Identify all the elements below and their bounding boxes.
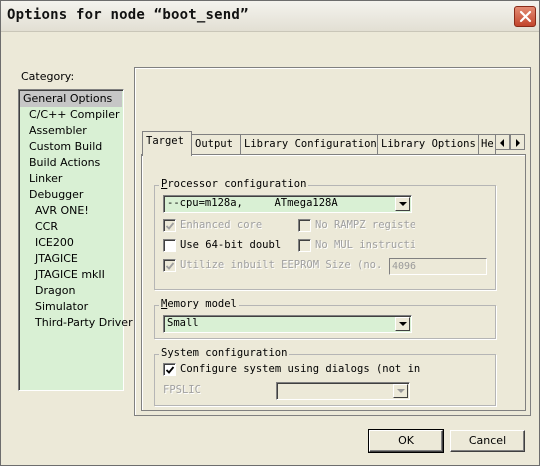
tab-scroll-left-button[interactable] [495, 134, 510, 150]
utilize-eeprom-checkbox[interactable] [163, 259, 176, 272]
category-item[interactable]: ICE200 [20, 235, 122, 251]
processor-configuration-label: Processor configuration [159, 178, 309, 190]
no-mul-checkbox[interactable] [298, 239, 311, 252]
system-configuration-label: System configuration [159, 347, 290, 359]
no-rampz-checkbox[interactable] [298, 219, 311, 232]
memory-model-select[interactable]: Small [163, 315, 412, 333]
cancel-button[interactable]: Cancel [450, 430, 525, 452]
chevron-down-icon [399, 202, 407, 206]
category-item[interactable]: JTAGICE [20, 251, 122, 267]
category-item[interactable]: Dragon [20, 283, 122, 299]
configure-dialogs-label: Configure system using dialogs (not in . [180, 363, 420, 375]
memory-model-value: Small [167, 317, 199, 329]
no-rampz-label: No RAMPZ registe [315, 219, 415, 231]
title-bar: Options for node “boot_send” [1, 1, 539, 32]
fpslic-select[interactable] [276, 382, 410, 400]
tab-library-options[interactable]: Library Options [377, 134, 479, 155]
no-mul-label: No MUL instructi [315, 239, 415, 251]
memory-model-dropdown-button[interactable] [395, 317, 410, 331]
category-item[interactable]: Assembler [20, 123, 122, 139]
tab-target[interactable]: Target [142, 131, 192, 156]
cpu-dropdown-button[interactable] [395, 197, 410, 211]
category-item[interactable]: Debugger [20, 187, 122, 203]
tab-scroll-right-button[interactable] [510, 134, 525, 150]
options-dialog: Options for node “boot_send” Category: G… [0, 0, 540, 466]
checkmark-icon [165, 366, 175, 374]
tab-output[interactable]: Output [191, 134, 241, 155]
enhanced-core-checkbox[interactable] [163, 219, 176, 232]
cpu-select-value: --cpu=m128a, ATmega128A [167, 197, 338, 209]
category-item[interactable]: C/C++ Compiler [20, 107, 122, 123]
arrow-right-icon [516, 139, 520, 147]
eeprom-size-field[interactable]: 4096 [389, 258, 487, 275]
category-item[interactable]: CCR [20, 219, 122, 235]
category-item[interactable]: Custom Build [20, 139, 122, 155]
category-list[interactable]: General Options C/C++ Compiler Assembler Cu… [18, 89, 133, 391]
category-item[interactable]: General Options [20, 91, 122, 107]
tab-heap[interactable]: He [478, 134, 496, 155]
use-64bit-double-label: Use 64-bit doubl [180, 239, 282, 251]
tab-scroll [495, 134, 525, 150]
ok-button[interactable]: OK [368, 429, 444, 453]
checkmark-icon [165, 222, 175, 230]
window-title: Options for node “boot_send” [7, 7, 249, 23]
category-item[interactable]: Build Actions [20, 155, 122, 171]
arrow-left-icon [500, 139, 504, 147]
configure-dialogs-checkbox[interactable] [163, 363, 176, 376]
category-item[interactable]: Third-Party Driver [20, 315, 133, 331]
tab-library-configuration[interactable]: Library Configuration [240, 134, 378, 155]
use-64bit-double-checkbox[interactable] [163, 239, 176, 252]
category-item[interactable]: Simulator [20, 299, 122, 315]
checkmark-icon [165, 262, 175, 270]
chevron-down-icon [397, 389, 405, 393]
enhanced-core-label: Enhanced core [180, 219, 263, 231]
utilize-eeprom-label: Utilize inbuilt EEPROM Size (no. o [180, 259, 391, 271]
category-label: Category: [21, 70, 75, 83]
category-item[interactable]: AVR ONE! [20, 203, 122, 219]
fpslic-label: FPSLIC [163, 384, 201, 396]
memory-model-label: Memory model [159, 298, 239, 310]
chevron-down-icon [399, 322, 407, 326]
fpslic-dropdown-button[interactable] [393, 384, 408, 398]
category-item[interactable]: Linker [20, 171, 122, 187]
close-button[interactable] [514, 6, 536, 27]
close-icon [519, 10, 532, 23]
cpu-select[interactable]: --cpu=m128a, ATmega128A [163, 195, 412, 213]
category-item[interactable]: JTAGICE mkII [20, 267, 122, 283]
